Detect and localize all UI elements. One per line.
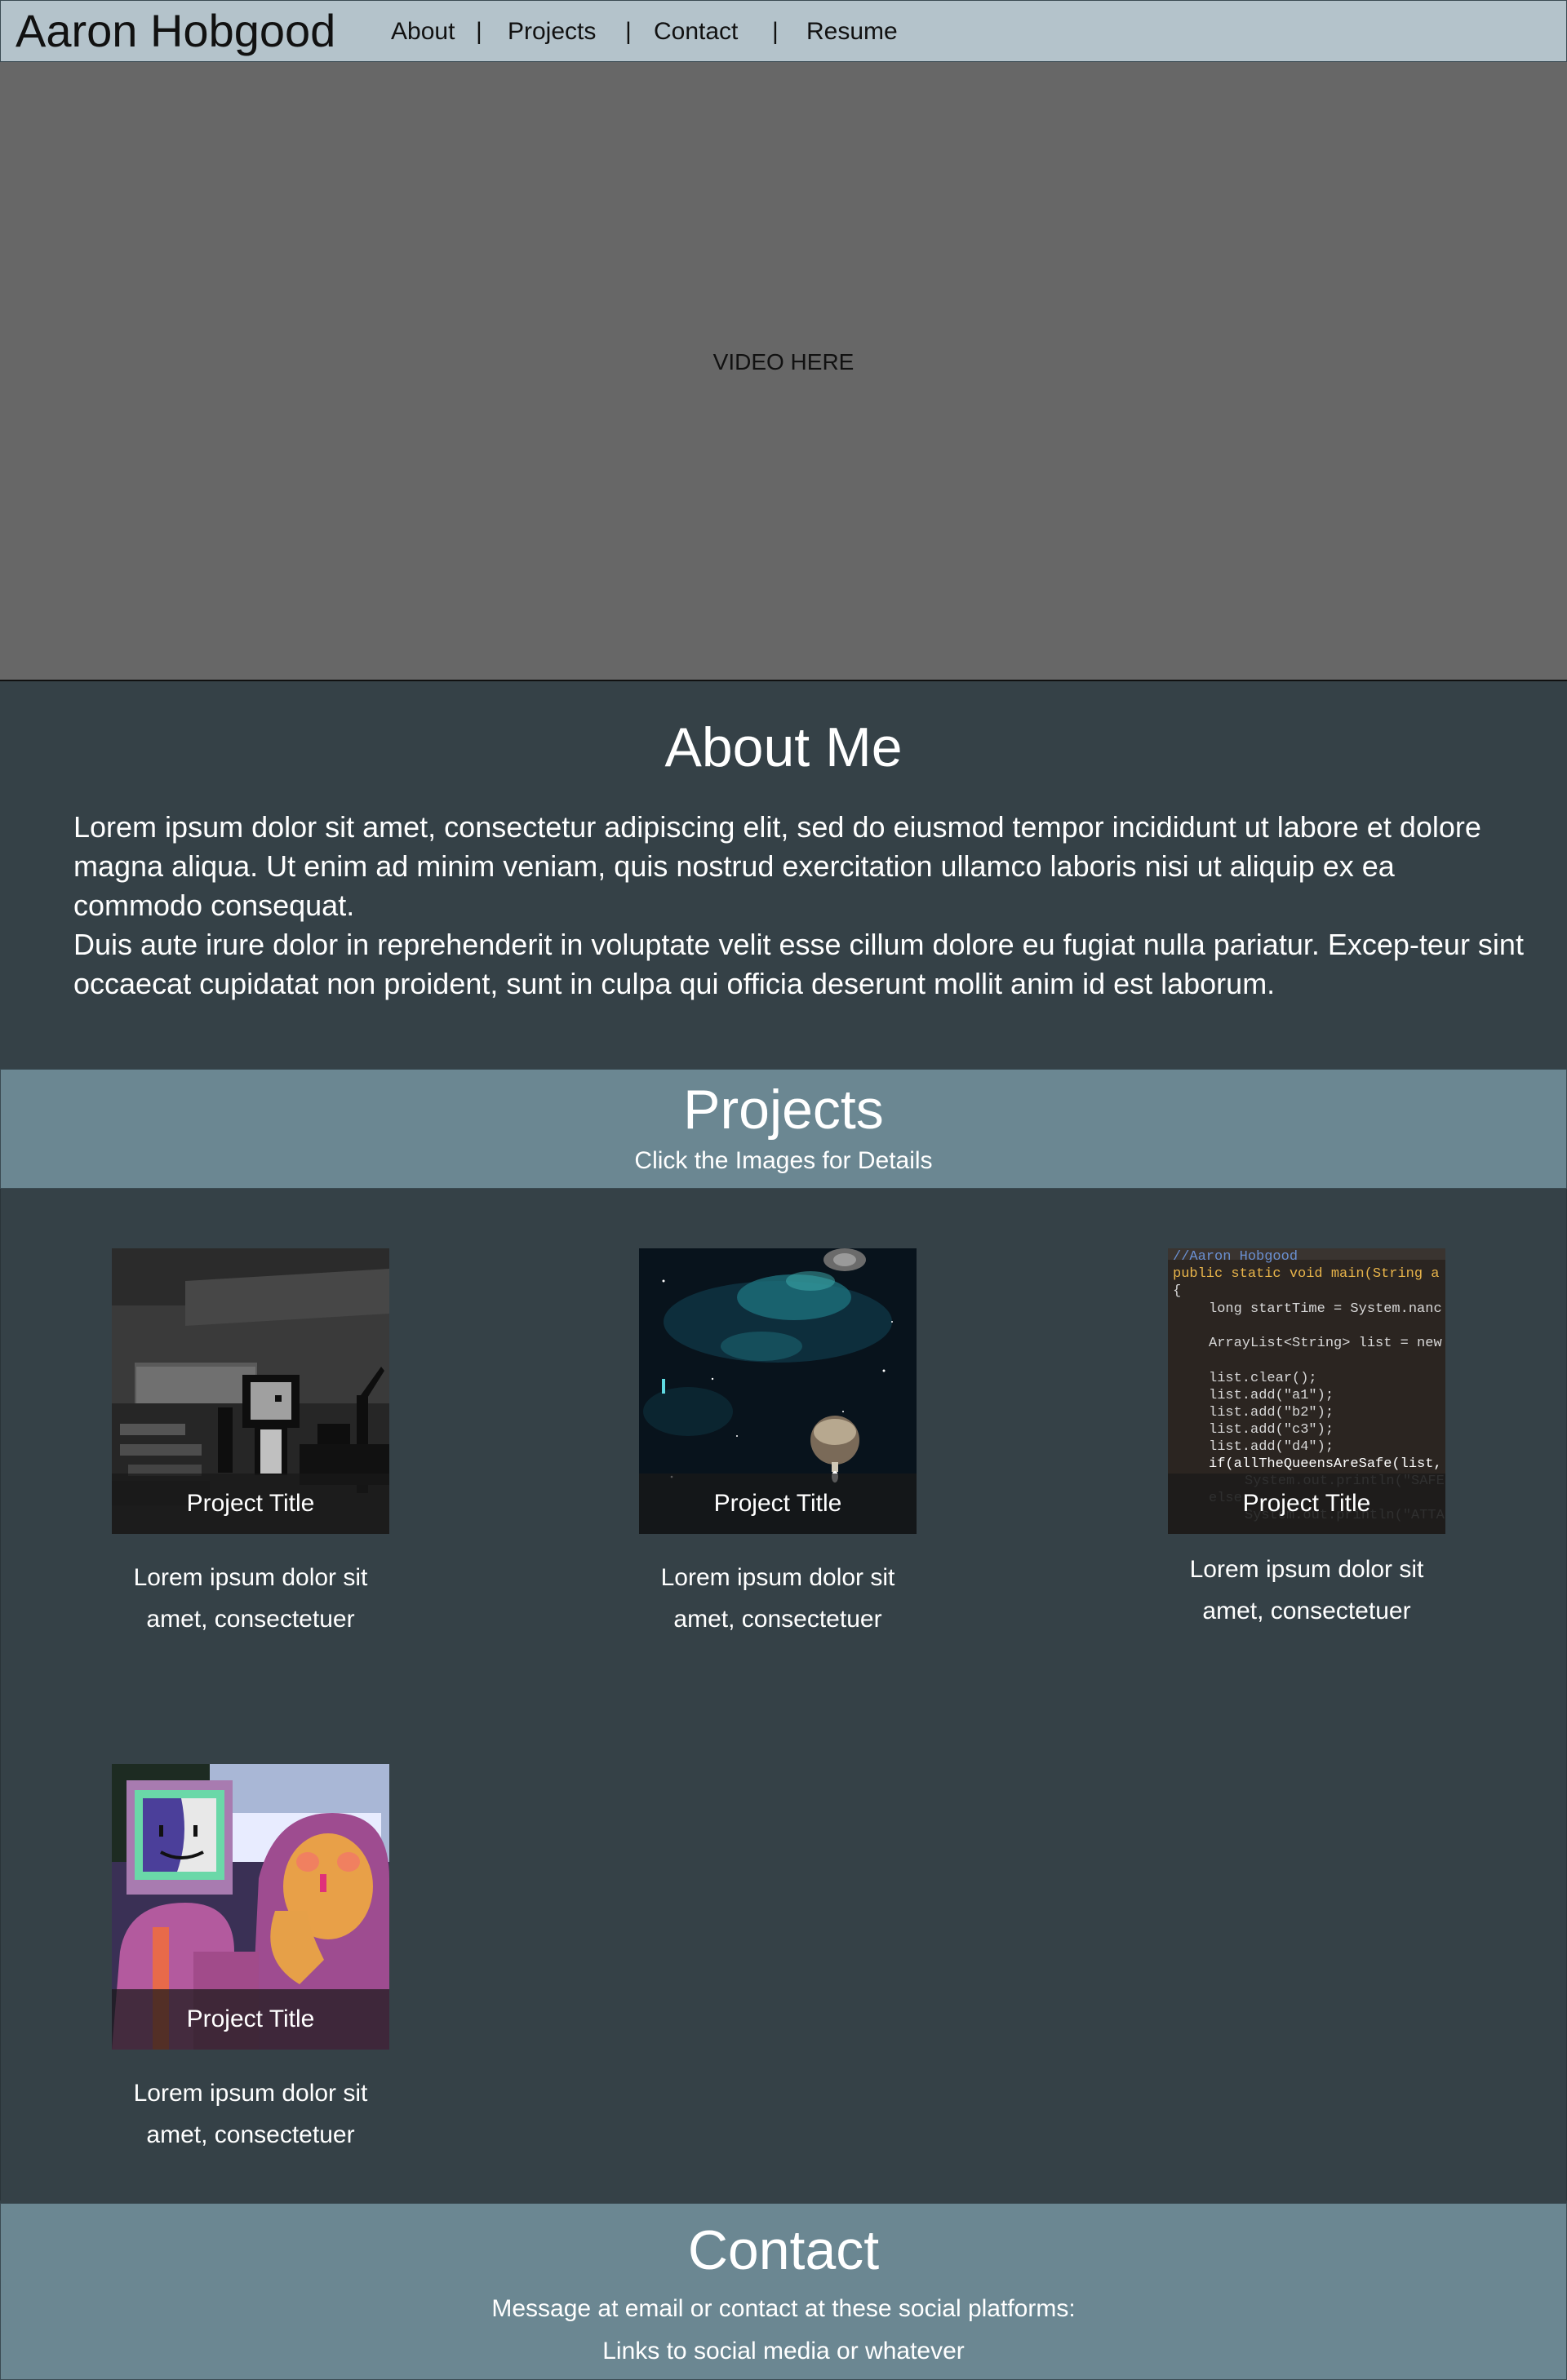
about-paragraph: Lorem ipsum dolor sit amet, consectetur … <box>73 810 1481 922</box>
about-paragraph: Duis aute irure dolor in reprehenderit i… <box>73 928 1524 1000</box>
project-title: Project Title <box>1168 1474 1445 1534</box>
project-card: Project Title Lorem ipsum dolor sit amet… <box>639 1248 917 1640</box>
code-line: list.add("a1"); <box>1209 1388 1334 1403</box>
nav-separator: | <box>625 18 632 45</box>
project-thumbnail[interactable]: //Aaron Hobgood public static void main(S… <box>1168 1248 1445 1534</box>
social-links[interactable]: Links to social media or whatever <box>1 2338 1566 2365</box>
projects-banner: Projects Click the Images for Details <box>0 1069 1567 1189</box>
project-description: Lorem ipsum dolor sit amet, consectetuer <box>1189 1556 1424 1624</box>
site-name[interactable]: Aaron Hobgood <box>16 2 335 60</box>
about-title: About Me <box>664 716 903 778</box>
project-description: Lorem ipsum dolor sit amet, consectetuer <box>660 1564 895 1633</box>
code-line: //Aaron Hobgood <box>1173 1249 1298 1265</box>
projects-subtitle: Click the Images for Details <box>634 1147 933 1174</box>
about-text: Lorem ipsum dolor sit amet, consectetur … <box>73 808 1526 1004</box>
nav-link-contact[interactable]: Contact <box>654 16 738 48</box>
project-title: Project Title <box>112 1474 389 1534</box>
about-section: About Me Lorem ipsum dolor sit amet, con… <box>0 681 1567 1069</box>
projects-title: Projects <box>683 1079 884 1141</box>
project-description: Lorem ipsum dolor sit amet, consectetuer <box>133 1564 368 1633</box>
contact-title: Contact <box>687 2219 880 2281</box>
site-header: Aaron Hobgood About | Projects | Contact… <box>0 0 1567 62</box>
nav-link-resume[interactable]: Resume <box>806 16 898 48</box>
code-line: list.add("c3"); <box>1209 1422 1334 1438</box>
code-line: list.add("b2"); <box>1209 1405 1334 1420</box>
code-line: list.clear(); <box>1209 1371 1317 1386</box>
nav-link-projects[interactable]: Projects <box>508 16 596 48</box>
project-description: Lorem ipsum dolor sit amet, consectetuer <box>133 2080 368 2148</box>
project-card: //Aaron Hobgood public static void main(S… <box>1168 1248 1445 1632</box>
project-card: Project Title Lorem ipsum dolor sit amet… <box>112 1764 389 2156</box>
project-title: Project Title <box>639 1474 917 1534</box>
project-thumbnail[interactable]: Project Title <box>112 1764 389 2050</box>
projects-grid: Project Title Lorem ipsum dolor sit amet… <box>0 1189 1567 2201</box>
video-label: VIDEO HERE <box>712 349 855 375</box>
nav-separator: | <box>772 18 779 45</box>
project-card: Project Title Lorem ipsum dolor sit amet… <box>112 1248 389 1640</box>
code-line: long startTime = System.nanc <box>1209 1301 1442 1317</box>
code-line: public static void main(String a <box>1173 1266 1439 1282</box>
code-line: { <box>1173 1283 1181 1299</box>
project-thumbnail[interactable]: Project Title <box>639 1248 917 1534</box>
project-thumbnail[interactable]: Project Title <box>112 1248 389 1534</box>
code-line: ArrayList<String> list = new <box>1209 1336 1442 1351</box>
code-line: list.add("d4"); <box>1209 1439 1334 1455</box>
video-placeholder[interactable]: VIDEO HERE <box>0 62 1567 681</box>
contact-section: Contact Message at email or contact at t… <box>0 2203 1567 2380</box>
code-line: if(allTheQueensAreSafe(list, <box>1209 1456 1442 1472</box>
nav-separator: | <box>476 18 482 45</box>
nav-link-about[interactable]: About <box>391 16 455 48</box>
contact-message: Message at email or contact at these soc… <box>491 2295 1076 2322</box>
project-title: Project Title <box>112 1989 389 2050</box>
